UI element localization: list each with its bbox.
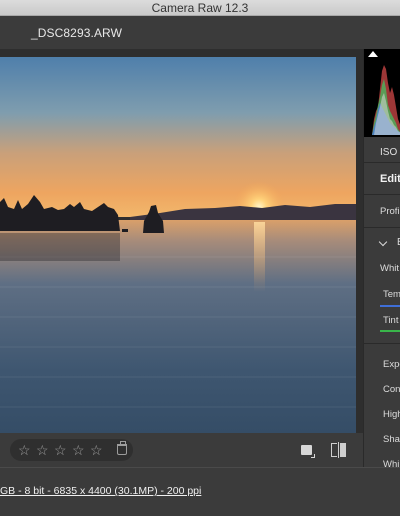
preview-toolbar: ☆ ☆ ☆ ☆ ☆ — [0, 433, 363, 467]
file-header: _DSC8293.ARW — [0, 17, 400, 49]
star-rating: ☆ ☆ ☆ ☆ ☆ — [10, 439, 133, 461]
file-name: _DSC8293.ARW — [31, 26, 123, 40]
workflow-options-link[interactable]: GB - 8 bit - 6835 x 4400 (30.1MP) - 200 … — [0, 485, 201, 497]
tint-label: Tint — [383, 315, 399, 326]
window-titlebar: Camera Raw 12.3 — [0, 0, 400, 16]
shadows-label[interactable]: Shad — [383, 434, 400, 445]
star-1-icon[interactable]: ☆ — [18, 441, 31, 459]
chevron-down-icon[interactable] — [378, 237, 388, 247]
star-3-icon[interactable]: ☆ — [54, 441, 67, 459]
temperature-label: Tem — [383, 289, 400, 300]
white-balance-label[interactable]: Whit — [380, 263, 399, 274]
divider — [364, 162, 400, 163]
status-bar: GB - 8 bit - 6835 x 4400 (30.1MP) - 200 … — [0, 467, 400, 516]
exposure-label[interactable]: Expo — [383, 359, 400, 370]
whites-label[interactable]: Whi — [383, 459, 399, 467]
star-2-icon[interactable]: ☆ — [36, 441, 49, 459]
single-view-icon[interactable] — [301, 445, 315, 458]
trash-icon[interactable] — [117, 441, 127, 455]
window-title: Camera Raw 12.3 — [151, 1, 249, 15]
image-preview-area[interactable] — [0, 49, 363, 473]
star-5-icon[interactable]: ☆ — [90, 441, 103, 459]
star-4-icon[interactable]: ☆ — [72, 441, 85, 459]
divider — [364, 227, 400, 228]
tint-slider[interactable] — [380, 330, 400, 332]
divider — [364, 194, 400, 195]
camera-raw-window: Camera Raw 12.3 _DSC8293.ARW ☆ ☆ ☆ ☆ ☆ G… — [0, 0, 400, 516]
profile-label[interactable]: Profi — [380, 206, 400, 217]
histogram — [364, 49, 400, 137]
highlights-label[interactable]: High — [383, 409, 400, 420]
divider — [364, 343, 400, 344]
edit-panel: ISO 2 Edit Profi B Whit Tem Tint Expo Co… — [363, 49, 400, 467]
camera-iso-info: ISO 2 — [380, 147, 400, 158]
before-after-view-icon[interactable] — [331, 442, 346, 458]
edit-tab-title: Edit — [380, 173, 400, 185]
temperature-slider[interactable] — [380, 305, 400, 307]
photo-preview[interactable] — [0, 57, 356, 473]
contrast-label[interactable]: Cont — [383, 384, 400, 395]
